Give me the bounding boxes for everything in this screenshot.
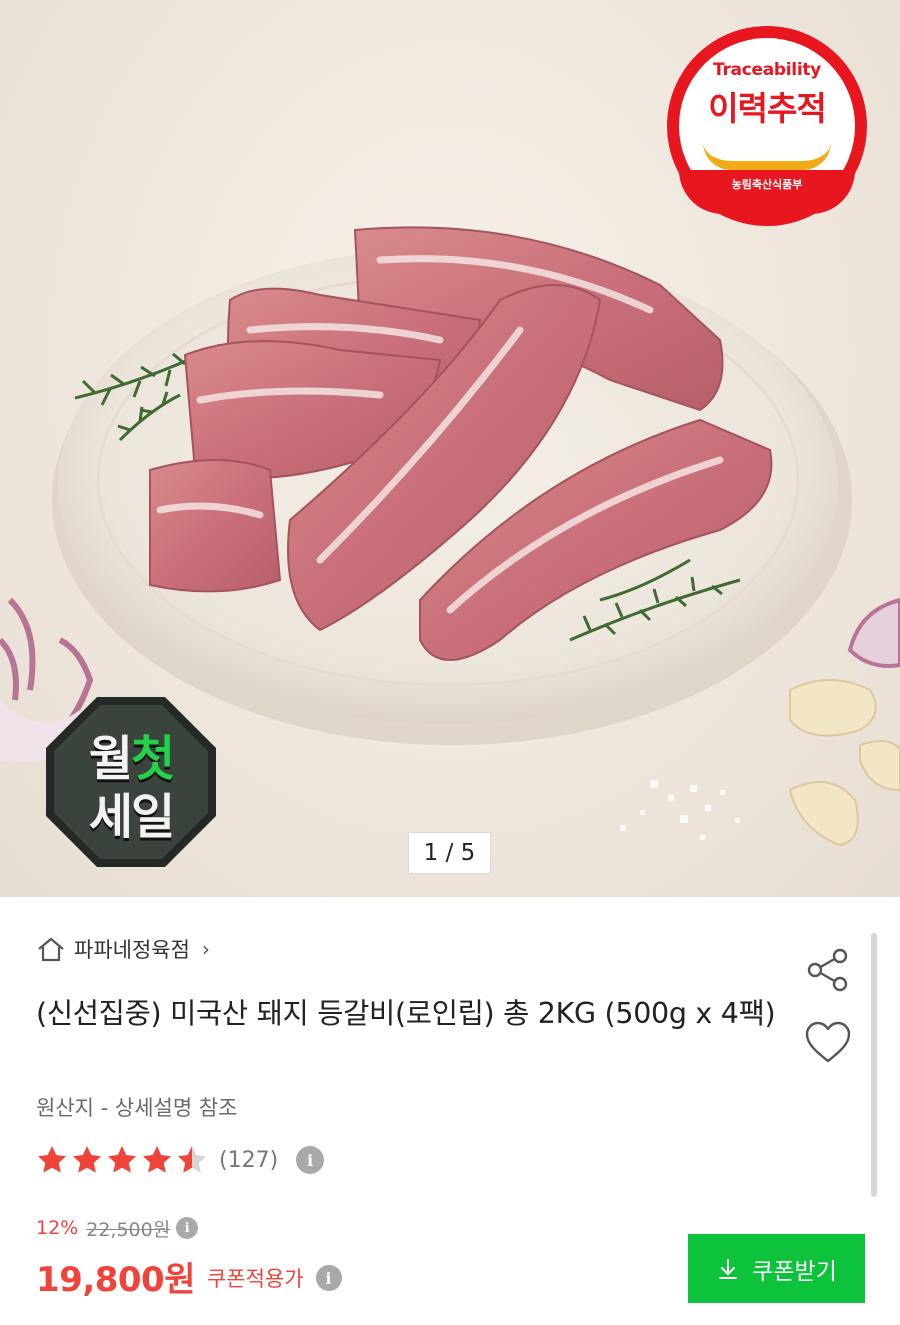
star-icon (108, 1146, 136, 1173)
home-icon (38, 937, 64, 962)
product-image-carousel[interactable]: Traceability 이력추적 농림축산식품부 월첫 세일 1 / 5 (0, 0, 900, 897)
coupon-download-button[interactable]: 쿠폰받기 (688, 1234, 865, 1303)
traceability-korean-label: 이력추적 (708, 89, 826, 128)
traceability-label: Traceability (713, 60, 821, 80)
monthly-sale-badge: 월첫 세일 (46, 697, 216, 867)
original-price: 22,500원 (86, 1218, 171, 1241)
star-icon (38, 1146, 66, 1173)
rating-row[interactable]: (127) i (36, 1142, 325, 1178)
sale-price-row: 19,800원 쿠폰적용가 i (36, 1252, 342, 1300)
star-icon (143, 1146, 171, 1173)
info-icon[interactable]: i (296, 1146, 325, 1174)
store-link[interactable]: 파파네정육점 › (36, 933, 210, 965)
product-origin: 원산지 - 상세설명 참조 (36, 1096, 238, 1120)
coupon-button-label: 쿠폰받기 (752, 1258, 837, 1285)
sale-price: 19,800원 (36, 1259, 195, 1300)
product-title: (신선집중) 미국산 돼지 등갈비(로인립) 총 2KG (500g x 4팩) (36, 997, 776, 1030)
download-icon (719, 1258, 738, 1279)
share-icon[interactable] (804, 946, 852, 994)
image-pager: 1 / 5 (408, 832, 491, 874)
star-rating (36, 1144, 211, 1176)
review-count: (127) (219, 1147, 279, 1173)
ministry-label: 농림축산식품부 (679, 170, 855, 214)
discount-rate: 12% (36, 1217, 79, 1239)
store-name: 파파네정육점 (74, 938, 190, 962)
info-icon[interactable]: i (176, 1217, 199, 1239)
coupon-price-note: 쿠폰적용가 (206, 1267, 304, 1291)
scrollbar[interactable] (871, 933, 877, 1197)
original-price-row: 12% 22,500원 i (36, 1214, 199, 1242)
info-icon[interactable]: i (315, 1265, 342, 1291)
star-icon (178, 1146, 206, 1173)
sale-badge-line2: 세일 (88, 789, 175, 845)
heart-icon[interactable] (804, 1020, 852, 1066)
traceability-badge: Traceability 이력추적 농림축산식품부 (667, 26, 867, 226)
star-icon (73, 1146, 101, 1173)
swoosh-graphic (703, 142, 831, 170)
chevron-right-icon: › (201, 937, 210, 961)
